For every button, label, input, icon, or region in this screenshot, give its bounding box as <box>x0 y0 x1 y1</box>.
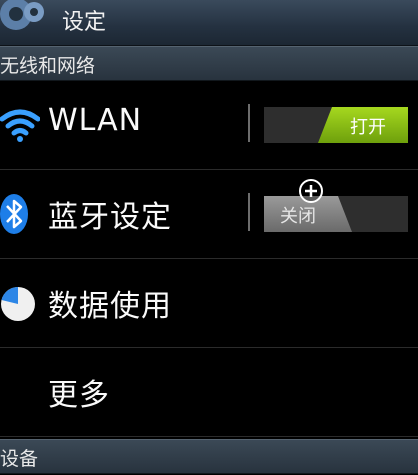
settings-item-data-usage[interactable]: 数据使用 <box>0 259 418 348</box>
settings-item-more[interactable]: 更多 <box>0 348 418 437</box>
wifi-icon <box>0 109 40 142</box>
plus-cursor-icon <box>299 179 323 203</box>
section-label: 设备 <box>0 448 39 470</box>
toggle-label: 关闭 <box>280 206 316 227</box>
item-label: 蓝牙设定 <box>48 200 172 235</box>
section-label: 无线和网络 <box>0 55 96 77</box>
toggle-label: 打开 <box>350 117 386 138</box>
settings-item-bluetooth[interactable]: 蓝牙设定 关闭 <box>0 170 418 259</box>
section-header-wireless: 无线和网络 <box>0 46 418 81</box>
wlan-toggle[interactable]: 打开 <box>264 107 408 143</box>
item-label: WLAN <box>48 103 143 138</box>
item-label: 数据使用 <box>48 289 172 324</box>
page-title: 设定 <box>62 10 107 35</box>
bluetooth-icon <box>0 194 28 234</box>
gear-icon <box>0 0 44 30</box>
settings-item-wlan[interactable]: WLAN 打开 <box>0 81 418 170</box>
item-label: 更多 <box>48 378 110 413</box>
toggle-on-thumb: 打开 <box>318 107 408 143</box>
divider <box>248 193 250 231</box>
bluetooth-toggle[interactable]: 关闭 <box>264 196 408 232</box>
divider <box>248 104 250 142</box>
section-header-device: 设备 <box>0 439 418 474</box>
pie-chart-icon <box>1 287 35 321</box>
title-bar: 设定 <box>0 0 418 46</box>
